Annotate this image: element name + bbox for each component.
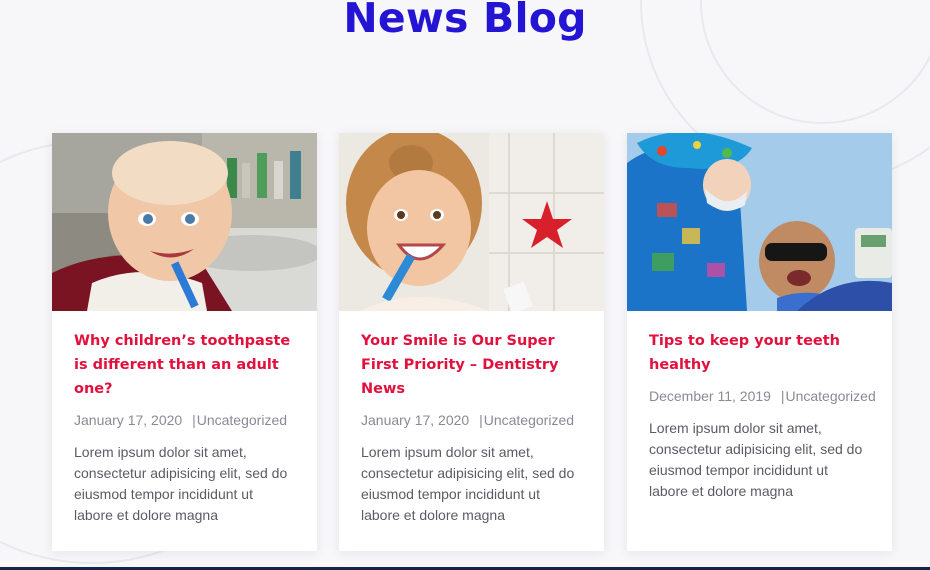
post-category-link[interactable]: Uncategorized <box>484 412 574 428</box>
blog-card: Your Smile is Our Super First Priority –… <box>339 133 604 551</box>
post-title-link[interactable]: Why children’s toothpaste is different t… <box>74 329 295 401</box>
post-meta: January 17, 2020 |Uncategorized <box>361 412 582 428</box>
meta-separator: | <box>780 388 785 404</box>
post-date: January 17, 2020 <box>74 412 183 428</box>
post-title-link[interactable]: Tips to keep your teeth healthy <box>649 329 870 377</box>
post-date: December 11, 2019 <box>649 388 771 404</box>
blog-card: Why children’s toothpaste is different t… <box>52 133 317 551</box>
post-image-girl[interactable] <box>339 133 604 311</box>
post-category-link[interactable]: Uncategorized <box>197 412 287 428</box>
post-excerpt: Lorem ipsum dolor sit amet, consectetur … <box>649 420 863 499</box>
post-meta: January 17, 2020 |Uncategorized <box>74 412 295 428</box>
post-image-dentist[interactable] <box>627 133 892 311</box>
meta-separator: | <box>479 412 483 428</box>
meta-separator: | <box>192 412 196 428</box>
post-date: January 17, 2020 <box>361 412 470 428</box>
blog-card: Tips to keep your teeth healthy December… <box>627 133 892 551</box>
post-excerpt: Lorem ipsum dolor sit amet, consectetur … <box>74 444 288 523</box>
page-title: News Blog <box>343 0 587 42</box>
post-meta: December 11, 2019 |Uncategorized <box>649 388 876 404</box>
post-category-link[interactable]: Uncategorized <box>785 388 875 404</box>
post-title-link[interactable]: Your Smile is Our Super First Priority –… <box>361 329 582 401</box>
post-excerpt: Lorem ipsum dolor sit amet, consectetur … <box>361 444 575 523</box>
post-image-baby[interactable] <box>52 133 317 311</box>
